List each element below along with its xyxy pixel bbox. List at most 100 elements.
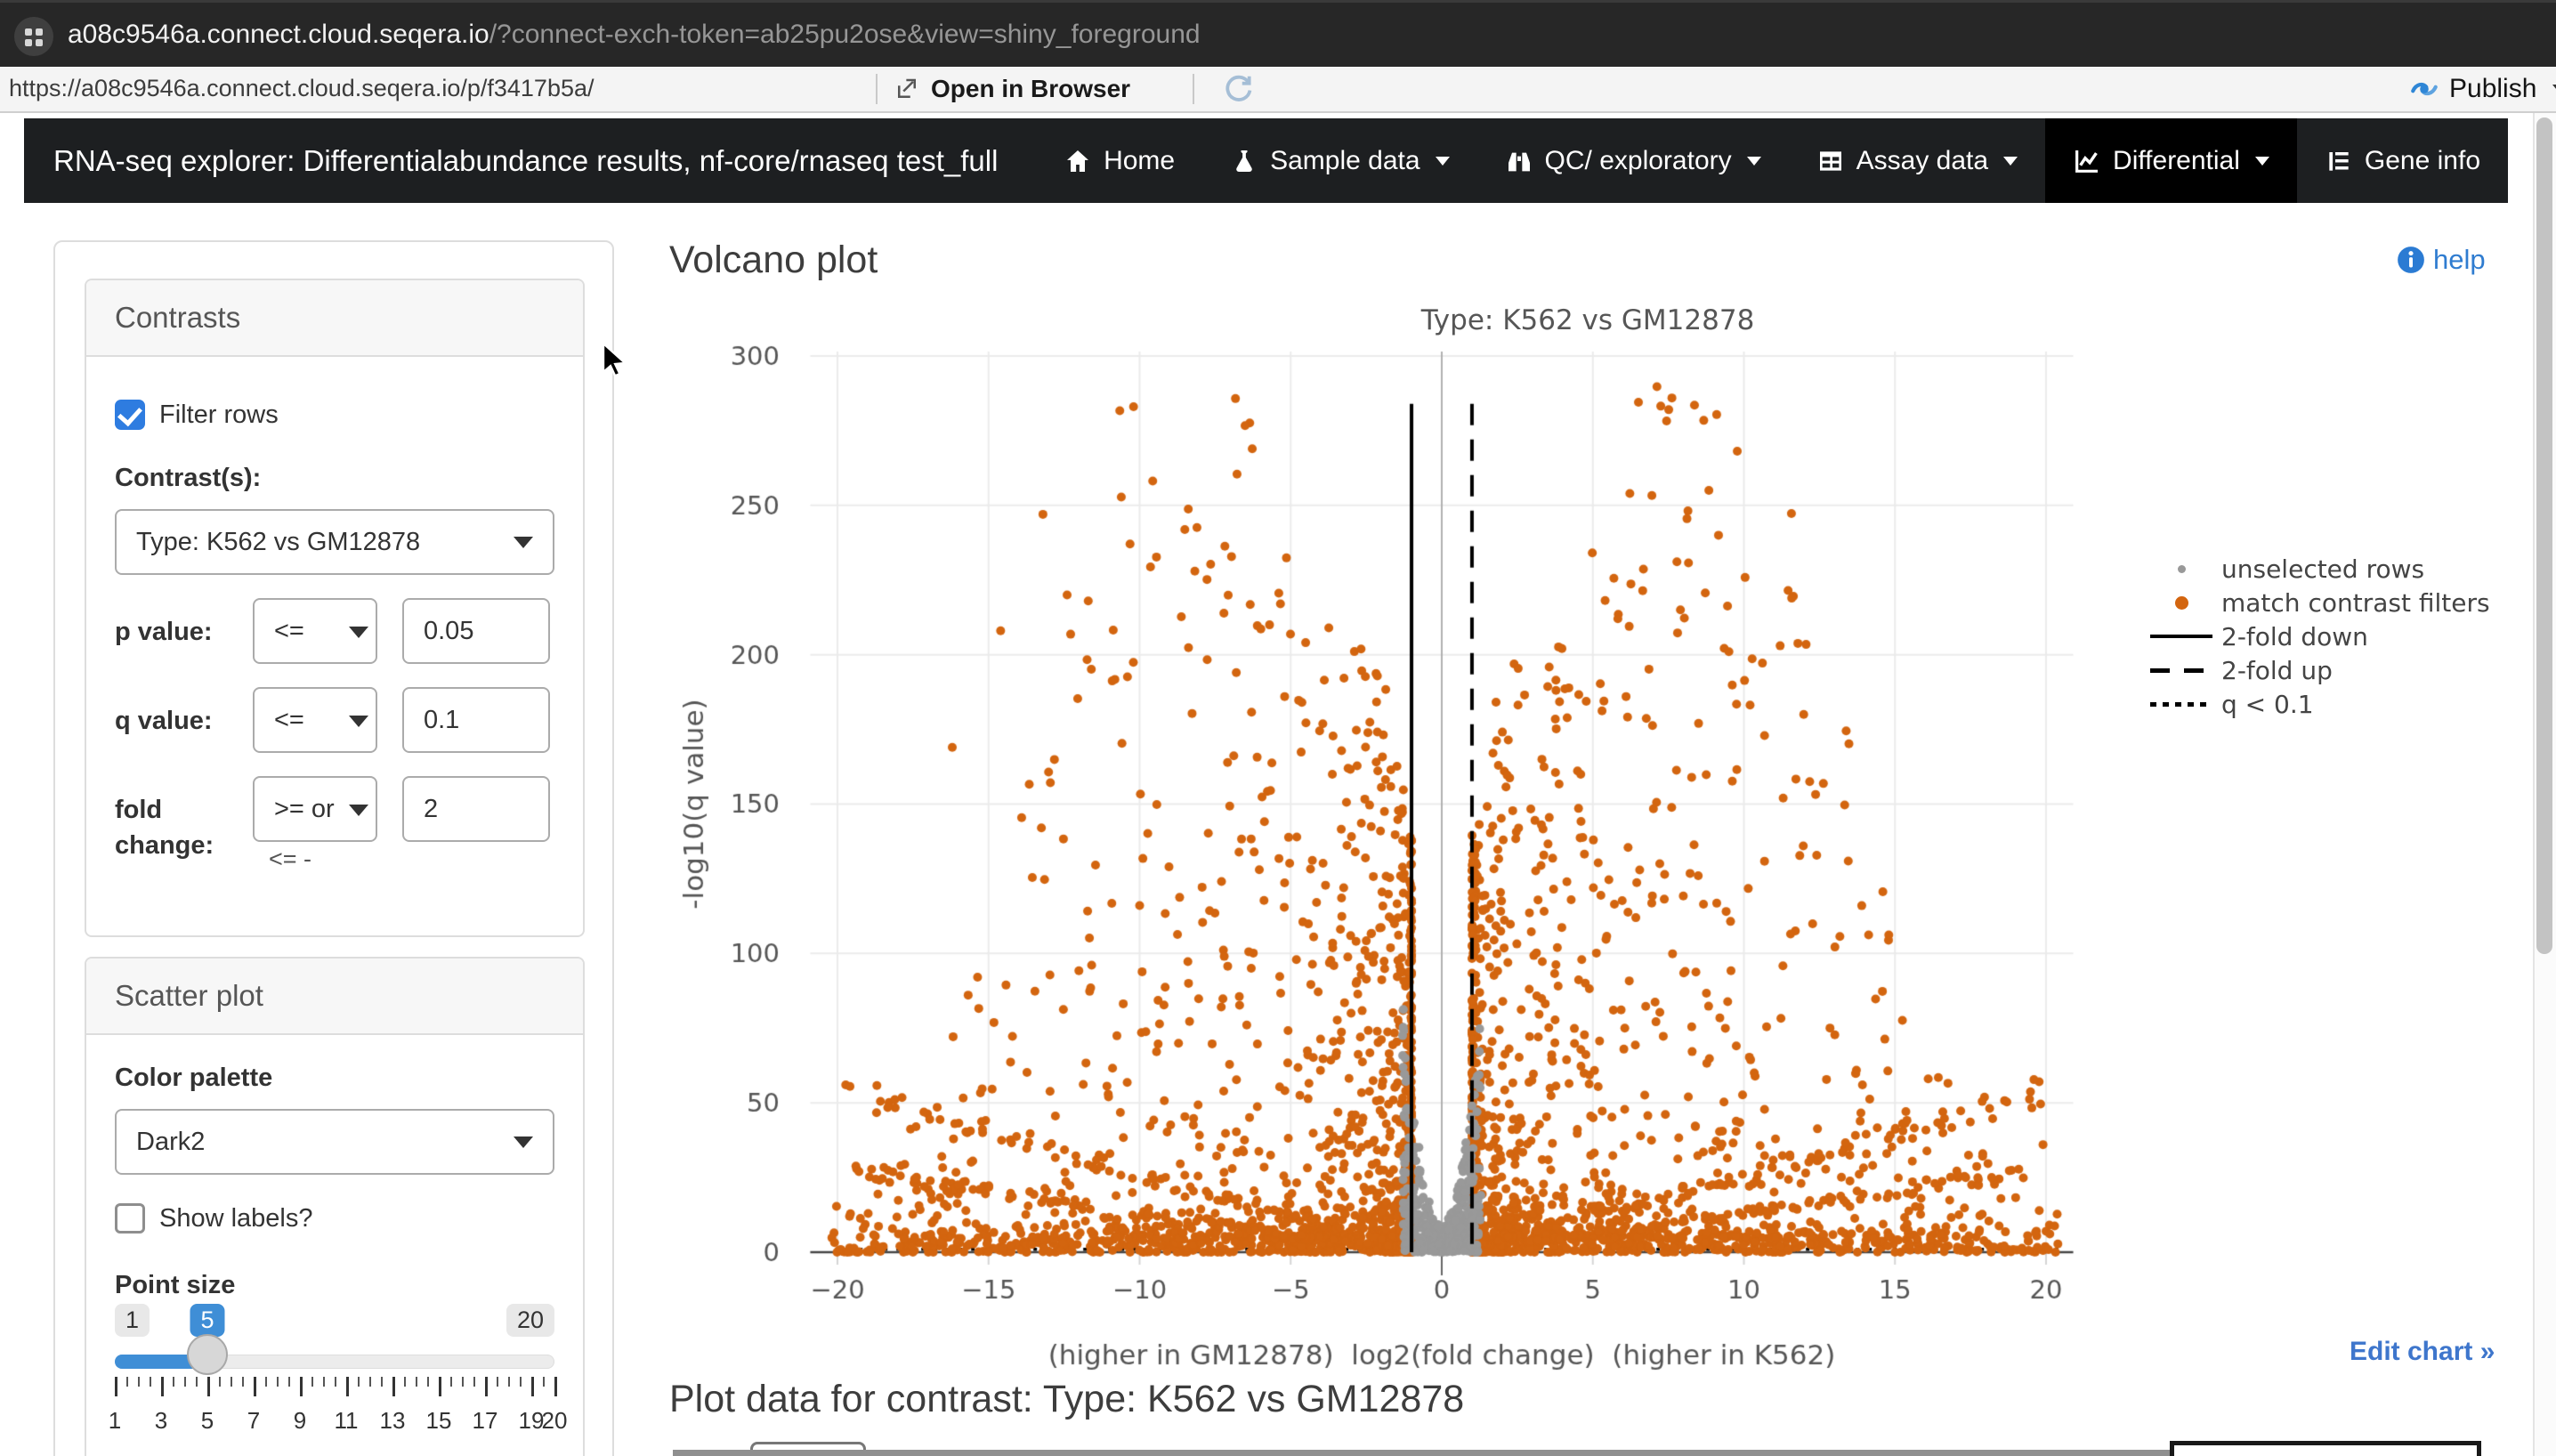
table-icon [1816, 147, 1845, 175]
bottom-divider [673, 1450, 2177, 1456]
slider-value-bubble: 5 [190, 1304, 224, 1337]
chevron-down-icon [2003, 157, 2018, 166]
filter-rows-checkbox[interactable] [115, 400, 145, 430]
slider-min-bubble: 1 [115, 1304, 150, 1337]
scatter-plot-card: Scatter plot Color palette Dark2 Show la… [85, 957, 585, 1456]
contrast-label: Contrast(s): [115, 464, 554, 493]
contrast-select[interactable]: Type: K562 vs GM12878 [115, 509, 554, 575]
publish-caret-icon [2552, 85, 2556, 94]
chevron-down-icon [349, 805, 368, 816]
chevron-down-icon [349, 627, 368, 638]
fold-change-input[interactable] [402, 776, 550, 842]
edit-chart-link[interactable]: Edit chart » [2350, 1337, 2495, 1367]
gray-dot-icon [2178, 565, 2186, 573]
legend-item-2fold-up: 2-fold up [2150, 653, 2490, 687]
legend-item-unselected: unselected rows [2150, 552, 2490, 586]
p-value-input[interactable] [402, 598, 550, 664]
nav-label: Home [1104, 146, 1175, 176]
legend-label: unselected rows [2221, 554, 2424, 584]
publish-logo-icon [2408, 73, 2440, 105]
p-value-row: p value: <= [115, 598, 554, 664]
slider-handle[interactable] [187, 1334, 228, 1375]
secondary-url-bar: https://a08c9546a.connect.cloud.seqera.i… [0, 67, 2556, 113]
nav-item-sample-data[interactable]: Sample data [1202, 118, 1476, 203]
q-value-label: q value: [115, 687, 253, 753]
divider [876, 74, 878, 104]
point-size-slider[interactable]: 1 5 20 13579111315171920 [115, 1304, 554, 1456]
scatter-card-header: Scatter plot [86, 959, 583, 1035]
mouse-cursor [602, 342, 637, 381]
profile-badge-icon[interactable] [14, 17, 53, 56]
address-bar[interactable]: a08c9546a.connect.cloud.seqera.io/?conne… [68, 3, 1201, 67]
solid-line-icon [2150, 635, 2212, 638]
legend-label: 2-fold down [2221, 622, 2368, 651]
binoculars-icon [1505, 147, 1533, 175]
volcano-plot-canvas[interactable] [666, 294, 2510, 1384]
secondary-url[interactable]: https://a08c9546a.connect.cloud.seqera.i… [9, 67, 595, 109]
nav-item-qc-exploratory[interactable]: QC/ exploratory [1477, 118, 1789, 203]
chevron-down-icon [349, 716, 368, 727]
fold-change-row: fold change: >= or <= - [115, 776, 554, 863]
nav-item-home[interactable]: Home [1036, 118, 1202, 203]
url-params: /?connect-exch-token=ab25pu2ose&view=shi… [489, 20, 1201, 49]
publish-button[interactable]: Publish [2408, 67, 2556, 111]
legend-item-match-filters: match contrast filters [2150, 586, 2490, 619]
flask-icon [1230, 147, 1258, 175]
show-labels-checkbox[interactable] [115, 1203, 145, 1234]
chevron-down-icon [514, 1136, 533, 1148]
contrast-select-value: Type: K562 vs GM12878 [136, 528, 420, 557]
nav-label: Sample data [1270, 146, 1420, 176]
filter-rows-label: Filter rows [159, 400, 279, 430]
chart-title: Type: K562 vs GM12878 [666, 304, 2510, 336]
slider-max-bubble: 20 [506, 1304, 554, 1337]
operator-overflow-text: <= - [269, 845, 311, 873]
page-title: Volcano plot [669, 239, 878, 282]
url-domain: a08c9546a.connect.cloud.seqera.io [68, 20, 489, 49]
help-link[interactable]: help [2396, 244, 2486, 276]
publish-label: Publish [2449, 74, 2536, 104]
browser-chrome-bar: a08c9546a.connect.cloud.seqera.io/?conne… [0, 0, 2556, 67]
q-value-input[interactable] [402, 687, 550, 753]
q-value-operator-select[interactable]: <= [253, 687, 377, 753]
nav-label: Assay data [1856, 146, 1988, 176]
open-in-browser-label: Open in Browser [931, 75, 1130, 103]
fold-change-operator-select[interactable]: >= or <= - [253, 776, 377, 842]
orange-dot-icon [2175, 596, 2188, 610]
chart-legend: unselected rows match contrast filters 2… [2150, 552, 2490, 721]
nav-item-gene-info[interactable]: Gene info [2297, 118, 2508, 203]
open-in-browser-icon [894, 76, 920, 102]
chevron-down-icon [1436, 157, 1450, 166]
color-palette-select[interactable]: Dark2 [115, 1109, 554, 1175]
dotted-line-icon [2150, 702, 2212, 707]
sidebar-panel: Contrasts Filter rows Contrast(s): Type:… [53, 240, 614, 1456]
legend-item-2fold-down: 2-fold down [2150, 619, 2490, 653]
nav-item-assay-data[interactable]: Assay data [1789, 118, 2045, 203]
color-palette-value: Dark2 [136, 1128, 205, 1157]
p-value-operator-select[interactable]: <= [253, 598, 377, 664]
open-in-browser-button[interactable]: Open in Browser [894, 67, 1130, 111]
scrollbar-thumb[interactable] [2536, 117, 2552, 954]
p-value-label: p value: [115, 598, 253, 664]
chart-line-icon [2073, 147, 2101, 175]
nav-label: Differential [2113, 146, 2240, 176]
nav-label: QC/ exploratory [1545, 146, 1732, 176]
nav-menu: Home Sample data QC/ exploratory Assay d… [1036, 118, 2508, 203]
point-size-label: Point size [115, 1271, 554, 1300]
operator-value: <= [274, 706, 304, 735]
nav-item-differential[interactable]: Differential [2045, 118, 2297, 203]
divider [1193, 74, 1194, 104]
rnaseq-explorer-app: a08c9546a.connect.cloud.seqera.io/?conne… [0, 0, 2556, 1456]
app-title: RNA-seq explorer: Differentialabundance … [24, 118, 998, 203]
operator-value: <= [274, 617, 304, 646]
volcano-chart: Type: K562 vs GM12878 unselected rows ma… [666, 294, 2510, 1384]
show-labels-row: Show labels? [115, 1203, 554, 1234]
fold-change-label: fold change: [115, 776, 253, 863]
help-label: help [2433, 244, 2486, 276]
contrasts-card-header: Contrasts [86, 280, 583, 357]
legend-item-q-line: q < 0.1 [2150, 687, 2490, 721]
dashed-line-icon [2150, 668, 2212, 673]
refresh-icon[interactable] [1221, 72, 1255, 110]
chevron-down-icon [514, 537, 533, 548]
nav-label: Gene info [2365, 146, 2480, 176]
app-navbar: RNA-seq explorer: Differentialabundance … [24, 118, 2508, 203]
